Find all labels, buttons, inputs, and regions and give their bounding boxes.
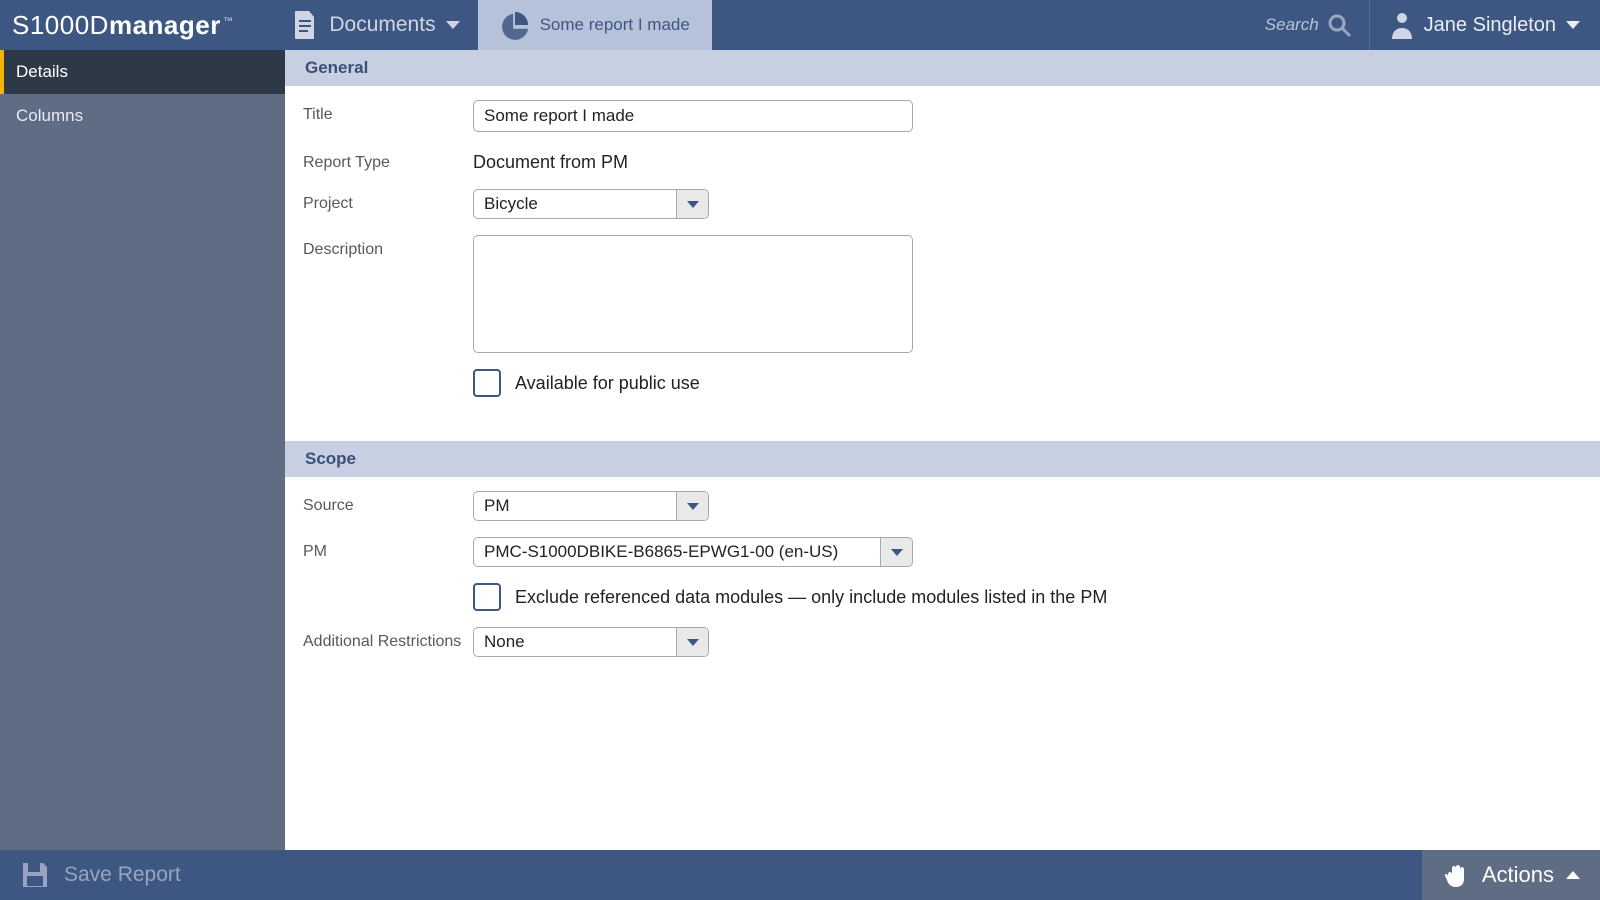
description-label: Description [303, 235, 473, 259]
search-button[interactable]: Search [1247, 0, 1369, 50]
chevron-down-icon [891, 549, 903, 556]
source-select-value: PM [474, 492, 676, 520]
pie-chart-icon [500, 10, 530, 40]
main-area: Details Columns General Title Report Typ… [0, 50, 1600, 850]
restrictions-select-value: None [474, 628, 676, 656]
pm-label: PM [303, 537, 473, 561]
save-icon [20, 860, 50, 890]
restrictions-select[interactable]: None [473, 627, 709, 657]
project-label: Project [303, 189, 473, 213]
sidebar-item-columns[interactable]: Columns [0, 94, 285, 138]
save-report-label: Save Report [64, 863, 181, 887]
report-tab-label: Some report I made [540, 15, 690, 35]
section-general: Title Report Type Document from PM Proje… [285, 86, 1600, 441]
restrictions-label: Additional Restrictions [303, 627, 473, 651]
user-name-label: Jane Singleton [1424, 14, 1556, 37]
content-panel: General Title Report Type Document from … [285, 50, 1600, 850]
chevron-down-icon [687, 639, 699, 646]
chevron-down-icon [446, 21, 460, 29]
bottom-bar: Save Report Actions [0, 850, 1600, 900]
source-label: Source [303, 491, 473, 515]
report-type-label: Report Type [303, 148, 473, 172]
app-logo-text: S1000Dmanager™ [12, 10, 233, 41]
project-select[interactable]: Bicycle [473, 189, 709, 219]
title-input[interactable] [473, 100, 913, 132]
chevron-up-icon [1566, 871, 1580, 879]
sidebar-item-label: Details [16, 62, 68, 81]
actions-menu-button[interactable]: Actions [1422, 850, 1600, 900]
app-logo[interactable]: S1000Dmanager™ [0, 0, 261, 50]
restrictions-select-toggle[interactable] [676, 628, 708, 656]
source-select[interactable]: PM [473, 491, 709, 521]
search-icon [1327, 13, 1351, 37]
sidebar: Details Columns [0, 50, 285, 850]
description-textarea[interactable] [473, 235, 913, 353]
pm-select[interactable]: PMC-S1000DBIKE-B6865-EPWG1-00 (en-US) [473, 537, 913, 567]
top-bar: S1000Dmanager™ Documents Some report I m… [0, 0, 1600, 50]
hand-icon [1442, 862, 1470, 888]
pm-select-value: PMC-S1000DBIKE-B6865-EPWG1-00 (en-US) [474, 538, 880, 566]
nav-documents-label: Documents [329, 13, 435, 37]
source-select-toggle[interactable] [676, 492, 708, 520]
search-label: Search [1265, 15, 1319, 35]
section-header-scope: Scope [285, 441, 1600, 477]
chevron-down-icon [687, 201, 699, 208]
pm-select-toggle[interactable] [880, 538, 912, 566]
report-tab[interactable]: Some report I made [478, 0, 712, 50]
user-menu[interactable]: Jane Singleton [1369, 0, 1600, 50]
project-select-toggle[interactable] [676, 190, 708, 218]
exclude-checkbox-label: Exclude referenced data modules — only i… [515, 587, 1107, 608]
actions-label: Actions [1482, 862, 1554, 888]
section-scope: Source PM PM PMC-S1000DBIKE-B6865-EPWG1-… [285, 477, 1600, 701]
user-icon [1390, 11, 1414, 39]
project-select-value: Bicycle [474, 190, 676, 218]
title-label: Title [303, 100, 473, 124]
chevron-down-icon [1566, 21, 1580, 29]
sidebar-item-details[interactable]: Details [0, 50, 285, 94]
nav-documents-dropdown[interactable]: Documents [261, 0, 477, 50]
document-icon [291, 10, 319, 40]
save-report-button[interactable]: Save Report [0, 860, 201, 890]
public-checkbox[interactable] [473, 369, 501, 397]
report-type-value: Document from PM [473, 148, 628, 173]
section-header-general: General [285, 50, 1600, 86]
exclude-checkbox[interactable] [473, 583, 501, 611]
sidebar-item-label: Columns [16, 106, 83, 125]
public-checkbox-label: Available for public use [515, 373, 700, 394]
chevron-down-icon [687, 503, 699, 510]
